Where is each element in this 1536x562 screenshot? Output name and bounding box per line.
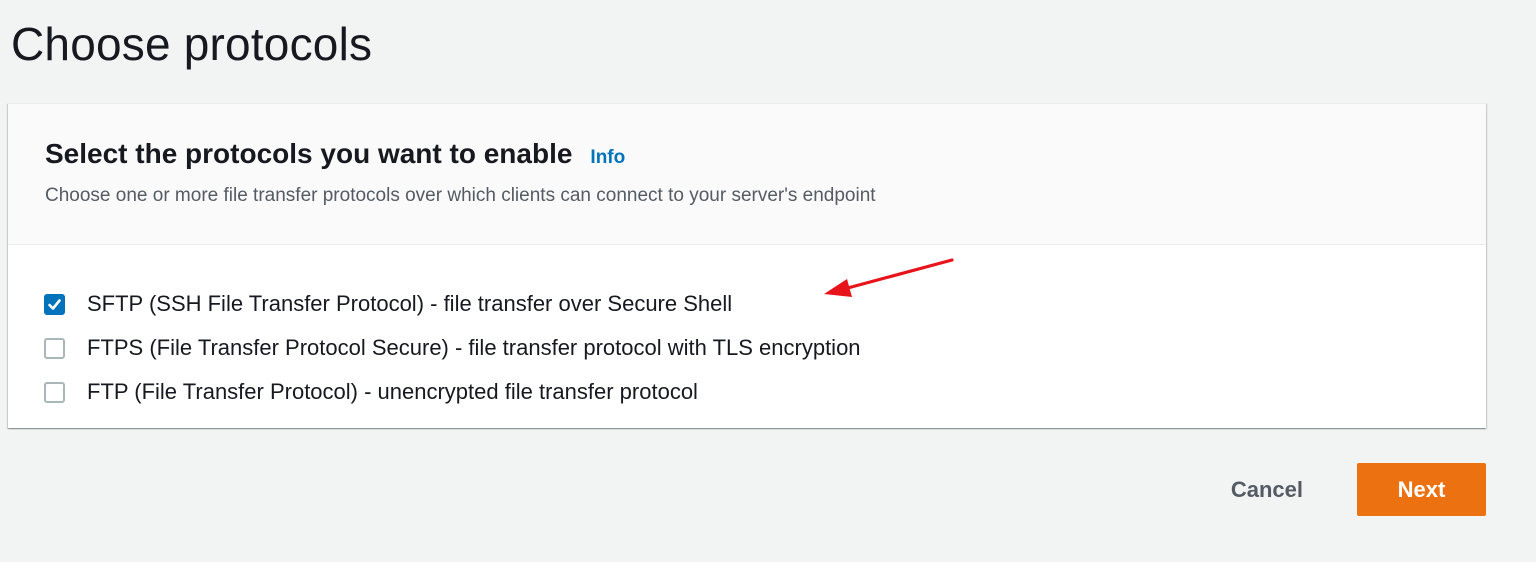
panel-description: Choose one or more file transfer protoco…	[45, 185, 876, 206]
protocols-panel: Select the protocols you want to enable …	[8, 103, 1486, 428]
info-link[interactable]: Info	[590, 147, 625, 169]
protocol-option-sftp[interactable]: SFTP (SSH File Transfer Protocol) - file…	[44, 282, 861, 326]
ftp-checkbox[interactable]	[44, 381, 65, 403]
protocol-option-ftps[interactable]: FTPS (File Transfer Protocol Secure) - f…	[44, 326, 861, 370]
ftps-label: FTPS (File Transfer Protocol Secure) - f…	[87, 335, 861, 360]
cancel-button[interactable]: Cancel	[1203, 463, 1331, 516]
sftp-label: SFTP (SSH File Transfer Protocol) - file…	[87, 291, 733, 316]
form-actions: Cancel Next	[1203, 463, 1486, 516]
page-title: Choose protocols	[11, 18, 373, 70]
panel-heading: Select the protocols you want to enable …	[45, 138, 625, 170]
next-button[interactable]: Next	[1357, 463, 1486, 516]
check-icon	[48, 298, 61, 310]
panel-header: Select the protocols you want to enable …	[8, 104, 1486, 245]
red-arrow-icon	[824, 258, 954, 297]
panel-title: Select the protocols you want to enable	[45, 138, 573, 169]
ftp-label: FTP (File Transfer Protocol) - unencrypt…	[87, 379, 698, 404]
sftp-checkbox[interactable]	[44, 293, 65, 315]
protocol-options: SFTP (SSH File Transfer Protocol) - file…	[44, 282, 861, 414]
ftps-checkbox[interactable]	[44, 337, 65, 359]
protocol-option-ftp[interactable]: FTP (File Transfer Protocol) - unencrypt…	[44, 370, 861, 414]
